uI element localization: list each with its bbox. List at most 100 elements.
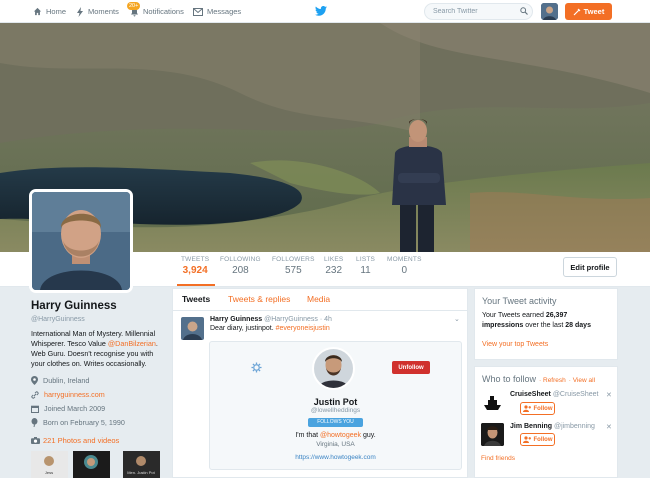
top-navigation-bar: Home Moments 20+ Notifications Messages … bbox=[0, 0, 650, 23]
tab-tweets[interactable]: Tweets bbox=[182, 294, 210, 304]
link-icon bbox=[31, 390, 39, 399]
stat-likes[interactable]: LIKES 232 bbox=[324, 256, 343, 284]
stat-value: 575 bbox=[284, 265, 302, 276]
edit-profile-button[interactable]: Edit profile bbox=[563, 257, 617, 277]
stat-followers[interactable]: FOLLOWERS 575 bbox=[272, 256, 315, 284]
stat-label: TWEETS bbox=[181, 256, 210, 263]
photos-link-label: 221 Photos and videos bbox=[43, 436, 120, 445]
nav-notifications[interactable]: 20+ Notifications bbox=[127, 0, 184, 23]
thumb-caption: Men. Justin Pot bbox=[127, 470, 155, 475]
tweet-activity-panel: Your Tweet activity Your Tweets earned 2… bbox=[474, 288, 618, 360]
stat-label: FOLLOWERS bbox=[272, 256, 315, 263]
home-icon bbox=[33, 7, 42, 16]
nav-notifications-label: Notifications bbox=[143, 7, 184, 16]
stat-label: MOMENTS bbox=[387, 256, 422, 263]
suggestion-name[interactable]: Jim Benning bbox=[510, 423, 552, 430]
compose-tweet-label: Tweet bbox=[583, 7, 605, 16]
card-url-link[interactable]: https://www.howtogeek.com bbox=[210, 454, 461, 461]
nav-moments[interactable]: Moments bbox=[76, 0, 119, 23]
twitter-bird-logo-icon[interactable] bbox=[315, 6, 327, 16]
camera-icon bbox=[31, 437, 40, 444]
profile-name: Harry Guinness bbox=[31, 300, 117, 312]
tweet-activity-text: Your Tweets earned 26,397 impressions ov… bbox=[482, 311, 610, 331]
profile-website[interactable]: harryguinness.com bbox=[31, 390, 166, 399]
tweets-timeline: Tweets Tweets & replies Media Harry Guin… bbox=[172, 288, 468, 478]
follow-button[interactable]: Follow bbox=[520, 433, 555, 446]
view-all-link[interactable]: · View all bbox=[569, 377, 595, 384]
follow-button[interactable]: Follow bbox=[520, 402, 555, 415]
website-link[interactable]: harryguinness.com bbox=[44, 390, 105, 399]
active-stat-underline bbox=[177, 284, 215, 286]
stat-lists[interactable]: LISTS 11 bbox=[356, 256, 375, 284]
location-text: Dublin, Ireland bbox=[43, 376, 90, 385]
dismiss-suggestion-close-icon[interactable]: ✕ bbox=[606, 423, 612, 431]
envelope-icon bbox=[193, 7, 203, 16]
suggestion-name-line[interactable]: Jim Benning @jimbenning bbox=[510, 423, 595, 430]
card-location: Virginia, USA bbox=[316, 441, 355, 448]
suggestion-handle: @jimbenning bbox=[553, 423, 595, 430]
card-bio-mention[interactable]: @howtogeek bbox=[320, 432, 361, 439]
tweet-author-avatar[interactable] bbox=[181, 317, 204, 340]
profile-avatar[interactable] bbox=[29, 189, 133, 293]
joined-text: Joined March 2009 bbox=[44, 404, 106, 413]
suggestion-avatar[interactable] bbox=[481, 423, 504, 446]
card-name[interactable]: Justin Pot bbox=[210, 397, 461, 407]
profile-info: Harry Guinness @HarryGuinness Internatio… bbox=[31, 300, 166, 427]
suggestion-name[interactable]: CruiseSheet bbox=[510, 391, 551, 398]
tweet-author-handle: @HarryGuinness bbox=[264, 316, 318, 323]
suggestion-name-line[interactable]: CruiseSheet @CruiseSheet bbox=[510, 391, 598, 398]
twitter-profile-page: Home Moments 20+ Notifications Messages … bbox=[0, 0, 650, 478]
dismiss-suggestion-close-icon[interactable]: ✕ bbox=[606, 391, 612, 399]
chevron-down-icon[interactable]: ⌄ bbox=[454, 315, 460, 323]
tweet-header: Harry Guinness @HarryGuinness · 4h bbox=[210, 316, 332, 323]
profile-location: Dublin, Ireland bbox=[31, 376, 166, 385]
photo-thumbnail[interactable]: Jess bbox=[31, 451, 68, 478]
tweet-author-name[interactable]: Harry Guinness bbox=[210, 316, 262, 323]
view-top-tweets-link[interactable]: View your top Tweets bbox=[482, 341, 610, 348]
tweet-text: Dear diary, justinpot. #everyoneisjustin bbox=[210, 325, 330, 332]
nav-home-label: Home bbox=[46, 7, 67, 16]
search-input[interactable] bbox=[424, 3, 533, 20]
suggestion-avatar[interactable] bbox=[481, 391, 504, 414]
tweet-hashtag-link[interactable]: #everyoneisjustin bbox=[276, 325, 330, 332]
find-friends-link[interactable]: Find friends bbox=[481, 455, 515, 462]
compose-tweet-button[interactable]: Tweet bbox=[565, 3, 612, 20]
activity-days: 28 days bbox=[565, 322, 591, 329]
stat-value: 0 bbox=[401, 265, 408, 276]
follow-button-label: Follow bbox=[533, 436, 553, 443]
search-icon[interactable] bbox=[520, 7, 528, 15]
nav-home[interactable]: Home bbox=[33, 0, 66, 23]
tab-media[interactable]: Media bbox=[307, 294, 330, 304]
tweet-activity-title: Your Tweet activity bbox=[482, 296, 557, 306]
photo-thumbnail[interactable]: Men. Justin Pot bbox=[123, 451, 160, 478]
stat-tweets[interactable]: TWEETS 3,924 bbox=[181, 256, 209, 284]
nav-moments-label: Moments bbox=[88, 7, 119, 16]
follow-button-label: Follow bbox=[533, 405, 553, 412]
quill-icon bbox=[573, 8, 581, 15]
unfollow-button[interactable]: Unfollow bbox=[392, 361, 430, 374]
stat-label: LISTS bbox=[356, 256, 376, 263]
timeline-tabs: Tweets Tweets & replies Media bbox=[173, 289, 467, 311]
account-avatar[interactable] bbox=[541, 3, 558, 20]
tweet-timestamp[interactable]: · 4h bbox=[320, 316, 332, 323]
profile-card[interactable]: Unfollow Justin Pot @lowellheddings FOLL… bbox=[209, 341, 462, 470]
card-bio: I'm that @howtogeek guy. bbox=[210, 432, 461, 439]
profile-handle: @HarryGuinness bbox=[31, 316, 85, 323]
stat-following[interactable]: FOLLOWING 208 bbox=[220, 256, 261, 284]
stat-value: 208 bbox=[232, 265, 249, 276]
activity-text: Your Tweets earned bbox=[482, 312, 546, 319]
location-pin-icon bbox=[31, 376, 38, 385]
nav-messages[interactable]: Messages bbox=[193, 0, 241, 23]
tweet-body: Dear diary, justinpot. bbox=[210, 325, 276, 332]
tab-tweets-and-replies[interactable]: Tweets & replies bbox=[228, 294, 290, 304]
stat-label: FOLLOWING bbox=[220, 256, 261, 263]
gear-icon[interactable] bbox=[251, 362, 262, 373]
bio-mention-link[interactable]: @DanBilzerian bbox=[108, 339, 156, 348]
photos-and-videos-link[interactable]: 221 Photos and videos bbox=[31, 436, 119, 445]
refresh-link[interactable]: · Refresh bbox=[539, 377, 566, 384]
photo-thumbnail[interactable] bbox=[73, 451, 110, 478]
thumb-caption: Jess bbox=[45, 470, 53, 475]
birthday-text: Born on February 5, 1990 bbox=[43, 418, 125, 427]
card-avatar[interactable] bbox=[312, 347, 355, 390]
stat-moments[interactable]: MOMENTS 0 bbox=[387, 256, 422, 284]
